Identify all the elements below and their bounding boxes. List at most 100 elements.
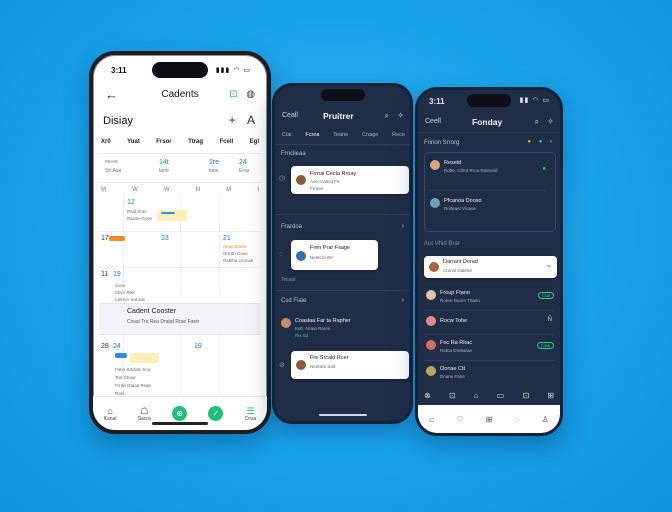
day-number[interactable]: 19	[113, 271, 121, 278]
avatar	[296, 360, 306, 370]
weekday-label: W	[163, 187, 170, 193]
search-icon[interactable]: ⌕	[535, 117, 539, 126]
item-subtitle: Dnane Fane	[440, 374, 465, 379]
avatar	[430, 198, 440, 208]
settings-icon[interactable]: ✧	[397, 111, 404, 120]
calendar-icon[interactable]: ⊡	[229, 89, 237, 100]
section-heading: Csd Fiaie	[281, 298, 307, 304]
tab-add[interactable]: ⊕	[172, 406, 188, 421]
activity-item[interactable]: Foc Ra Rlrac Ratna Drebarae	[426, 340, 554, 358]
tab-item[interactable]: Teane	[333, 132, 348, 138]
summary-number: 2re	[209, 159, 220, 166]
chevron-right-icon[interactable]: ›	[402, 297, 404, 304]
summary-far: 24 Enar	[239, 158, 250, 176]
event-text: Rsal Srac	[127, 209, 147, 214]
tab-check[interactable]: ✓	[208, 406, 224, 421]
card-title: Fren Prar Fsage	[310, 245, 351, 251]
tab-item[interactable]: Rece	[392, 132, 405, 138]
item-title: Froup Ftano	[440, 290, 470, 296]
avatar	[429, 262, 439, 272]
tab-item[interactable]: Ciai	[282, 132, 291, 138]
chevron-right-icon[interactable]: ›	[402, 223, 404, 230]
status-icons: ▮▮ ◠ ▭	[519, 97, 550, 104]
chevron-down-icon[interactable]: ⌄	[546, 261, 552, 269]
activity-item[interactable]: Froup Ftano Roree-Duorn Thaen	[426, 290, 554, 308]
day-tab[interactable]: Frsor	[156, 139, 171, 145]
summary-number: 24	[239, 159, 247, 166]
section-heading: Aut Vhid Brar	[424, 241, 460, 247]
event-text: Frrda Gtaaa Peae	[115, 383, 152, 388]
quick-icon[interactable]: ⊡	[522, 391, 529, 400]
card-subtitle: Neetcra Re	[310, 255, 333, 260]
item-subtitle: Roree-Duorn Thaen	[440, 298, 480, 303]
feed-item[interactable]: Coaslaa Far ta Rapher Kolt, Antea Raren …	[281, 318, 401, 340]
heart-icon[interactable]: ♡	[456, 415, 463, 424]
clock-icon: ◷	[279, 175, 286, 182]
quick-icon[interactable]: ▭	[497, 391, 505, 400]
event-banner[interactable]: Cadent Cooster Cosal Tra Rea Dratat Rrae…	[99, 303, 261, 335]
settings-icon[interactable]: ◍	[246, 89, 255, 100]
quick-icon[interactable]: ⊞	[547, 391, 554, 400]
chevron-left-icon[interactable]: ‹	[550, 139, 552, 145]
activity-item[interactable]: Pfcanoa Dooso Roiteant Vloaoe	[430, 198, 550, 220]
weekday-label: M	[226, 187, 232, 193]
day-tabs: Xr0 Yuat Frsor Ttrag Fcell Egl	[101, 139, 259, 145]
item-subtitle: Rotte, Cthrd Rroa Ratnorid	[444, 168, 498, 173]
header-actions: ⊡ ◍	[223, 89, 255, 100]
chat-icon[interactable]: ◌	[515, 415, 520, 424]
tab-list[interactable]: ☰ Cnsa	[245, 406, 257, 422]
section-heading: Frnclieaa	[281, 151, 306, 157]
item-action[interactable]: Ñ	[548, 317, 552, 323]
day-tab[interactable]: Ttrag	[188, 139, 203, 145]
feed-card[interactable]: Frrnai Cecla Rroay Aoo-rca0cd Fa Frrase	[291, 166, 409, 194]
tab-search[interactable]: ☖ Sacra	[138, 406, 151, 422]
search-icon[interactable]: ⌕	[385, 111, 389, 120]
day-tab[interactable]: Xr0	[101, 139, 111, 145]
card-subtitle: Frrase	[310, 186, 324, 191]
settings-icon[interactable]: ✧	[547, 117, 554, 126]
add-icon[interactable]: +	[229, 113, 236, 127]
status-dot: ●	[542, 166, 546, 172]
activity-item[interactable]: Rocw Tohe	[426, 316, 554, 334]
feed-card[interactable]: Fre Srcaid Rcer Neetara Sart	[291, 351, 409, 379]
day-number[interactable]: 28	[101, 343, 109, 350]
header-actions: ⌕ ✧	[529, 117, 554, 127]
profile-icon[interactable]: A	[247, 113, 255, 127]
status-pill[interactable]: Ctal	[537, 292, 554, 299]
day-tab[interactable]: Egl	[250, 139, 259, 145]
tab-label: Sacra	[137, 415, 151, 422]
day-tab[interactable]: Fcell	[220, 139, 234, 145]
day-number[interactable]: 17	[101, 235, 109, 242]
tab-item[interactable]: Cnage	[362, 132, 378, 138]
activity-item[interactable]: Resetd Rotte, Cthrd Rroa Ratnorid	[430, 160, 550, 182]
card-subtitle: Aoo-rca0cd Fa	[310, 179, 340, 184]
day-number[interactable]: 11	[101, 271, 108, 278]
bag-icon: ☖	[140, 405, 149, 416]
event-text: Ratkha Lnocan	[223, 258, 254, 263]
home-icon[interactable]: ⌂	[429, 415, 434, 424]
activity-item[interactable]: Oonae Ctt Dnane Fane	[426, 366, 554, 384]
day-number[interactable]: 12	[127, 199, 135, 206]
quick-icon[interactable]: ⌂	[474, 391, 479, 400]
status-pill[interactable]: Ciaa	[536, 342, 554, 349]
highlight-card[interactable]: Darrant Dorad Crunst Dalerte ⌄	[424, 256, 557, 278]
back-button[interactable]: Ceall	[282, 112, 298, 119]
day-number[interactable]: 24	[113, 343, 121, 350]
day-number[interactable]: 19	[194, 343, 202, 350]
tab-item[interactable]: Fcrea	[305, 132, 319, 138]
day-tab[interactable]: Yuat	[127, 139, 140, 145]
card-subtitle: Neetara Sart	[310, 364, 336, 369]
profile-icon[interactable]: ♙	[542, 415, 549, 424]
day-number[interactable]: 21	[223, 235, 231, 242]
grid-icon[interactable]: ⊞	[486, 415, 493, 424]
quick-icon[interactable]: ⊗	[424, 391, 431, 400]
item-title: Pfcanoa Dooso	[444, 198, 482, 204]
quick-icon[interactable]: ⊡	[449, 391, 456, 400]
back-button[interactable]: Ceell	[425, 118, 441, 125]
feed-card[interactable]: Fren Prar Fsage Neetcra Re	[291, 240, 378, 270]
status-time: 3:11	[429, 97, 445, 106]
weekday-label: M	[101, 187, 106, 193]
tab-label: Kanal	[103, 415, 117, 422]
day-number[interactable]: 23	[161, 235, 169, 242]
tab-home[interactable]: ⌂ Kanal	[104, 406, 117, 422]
